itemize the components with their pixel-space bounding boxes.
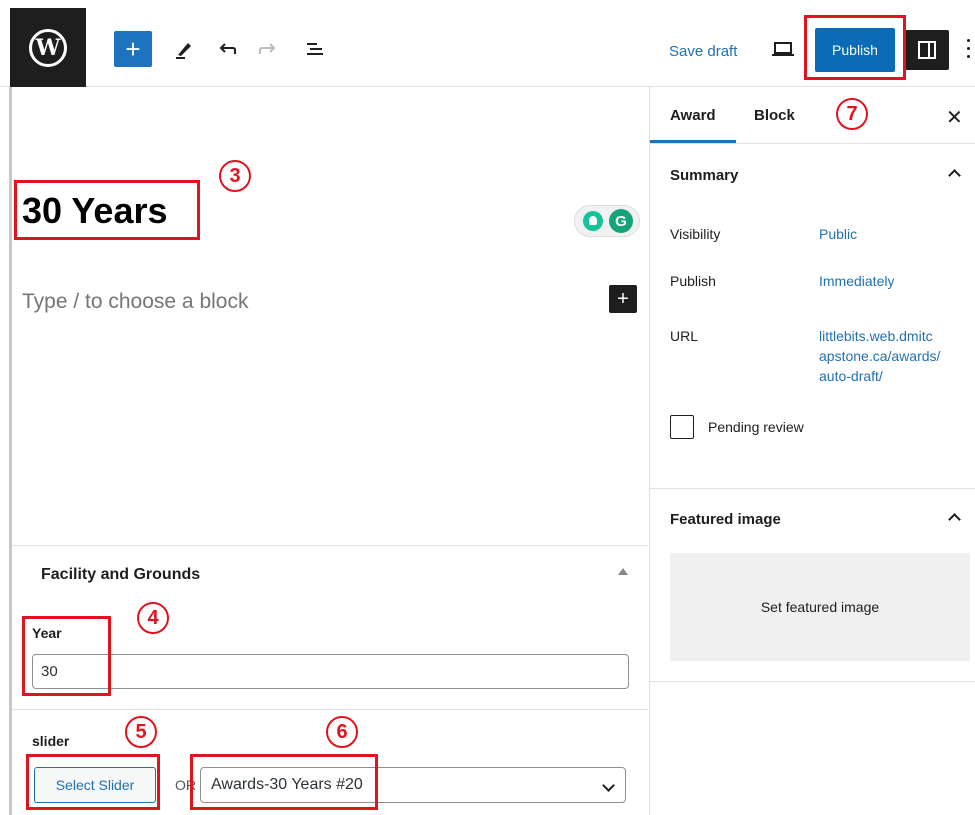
save-draft-button[interactable]: Save draft [669,43,737,60]
list-view-icon[interactable] [297,31,333,67]
annotation-box-slider-select [190,754,378,810]
metabox-title[interactable]: Facility and Grounds [41,566,200,584]
visibility-value[interactable]: Public [819,224,857,244]
url-label: URL [670,328,699,344]
chevron-down-icon [602,779,615,792]
settings-sidebar: Award Block ✕ Summary Visibility Public … [649,87,975,815]
panel-divider [650,681,975,682]
summary-panel-title[interactable]: Summary [670,167,738,184]
metabox-collapse-icon[interactable] [618,568,628,575]
redo-icon[interactable] [250,31,286,67]
tab-award[interactable]: Award [670,107,716,124]
preview-icon[interactable] [768,34,798,64]
publish-label: Publish [670,273,716,289]
wordpress-letter: W [29,28,67,67]
annotation-number-5: 5 [125,716,157,748]
grammarly-widget[interactable]: G [574,205,640,237]
featured-image-title[interactable]: Featured image [670,511,781,528]
annotation-number-4: 4 [137,602,169,634]
year-input[interactable]: 30 [32,654,629,689]
url-line: auto-draft/ [819,368,883,384]
options-icon[interactable] [962,36,974,66]
settings-panel-icon[interactable] [905,30,949,70]
chevron-up-icon[interactable] [948,513,961,526]
annotation-number-6: 6 [326,716,358,748]
annotation-box-year [22,616,111,696]
annotation-box-select-slider [26,754,160,810]
annotation-number-7: 7 [836,98,868,130]
undo-icon[interactable] [209,31,245,67]
wordpress-logo-icon[interactable]: W [10,8,86,87]
tabs-divider [650,143,975,144]
publish-value[interactable]: Immediately [819,271,894,291]
inline-add-block-button[interactable]: + [609,285,637,313]
close-icon[interactable]: ✕ [946,105,963,130]
url-line: apstone.ca/awards/ [819,348,941,364]
pending-review-checkbox[interactable] [670,415,694,439]
panel-divider [650,488,975,489]
annotation-box-title [14,180,200,240]
pending-review-label[interactable]: Pending review [708,419,804,435]
grammarly-icon: G [609,209,633,233]
url-value[interactable]: littlebits.web.dmitc apstone.ca/awards/ … [819,326,940,386]
url-line: littlebits.web.dmitc [819,328,933,344]
metabox-divider [12,709,648,710]
grammarly-bulb-icon [583,211,603,231]
tab-block[interactable]: Block [754,107,795,124]
slider-label: slider [32,733,70,749]
pen-icon[interactable] [166,31,202,67]
annotation-number-3: 3 [219,160,251,192]
set-featured-image-button[interactable]: Set featured image [670,553,970,661]
chevron-up-icon[interactable] [948,169,961,182]
block-placeholder[interactable]: Type / to choose a block [22,290,248,314]
annotation-box-publish [804,15,906,80]
visibility-label: Visibility [670,226,721,242]
add-block-button[interactable]: + [114,31,152,67]
